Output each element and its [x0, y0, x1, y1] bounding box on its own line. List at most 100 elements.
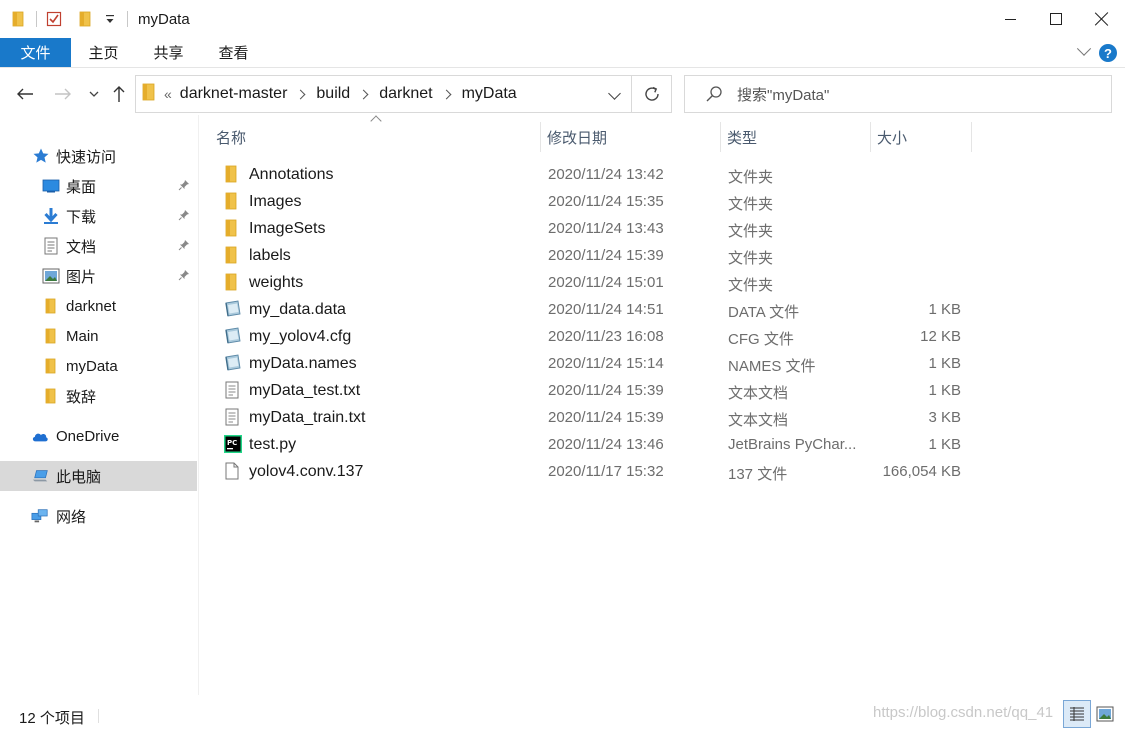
table-row[interactable]: weights 2020/11/24 15:01 文件夹 [210, 269, 972, 296]
back-button[interactable] [14, 83, 36, 105]
tab-share[interactable]: 共享 [136, 38, 201, 67]
chevron-right-icon[interactable] [295, 89, 306, 99]
pin-icon[interactable] [178, 179, 192, 193]
column-headers: 名称 修改日期 类型 大小 [210, 122, 972, 152]
expand-ribbon-chevron-icon[interactable] [1076, 41, 1092, 56]
blank-file-icon [224, 462, 242, 480]
text-file-icon [224, 381, 242, 399]
folder-icon [42, 387, 60, 405]
column-header-type[interactable]: 类型 [721, 122, 871, 152]
sidebar-item-this-pc[interactable]: 此电脑 [0, 461, 197, 491]
table-row[interactable]: yolov4.conv.137 2020/11/17 15:32 137 文件 166… [210, 458, 972, 485]
tab-file[interactable]: 文件 [0, 38, 71, 67]
table-row[interactable]: Images 2020/11/24 15:35 文件夹 [210, 188, 972, 215]
title-bar: myData [0, 0, 1125, 38]
chevron-right-icon[interactable] [441, 89, 452, 99]
file-type: 文件夹 [728, 250, 774, 267]
sidebar-item-label: 下载 [66, 208, 97, 226]
table-row[interactable]: my_data.data 2020/11/24 14:51 DATA 文件 1 KB [210, 296, 972, 323]
status-divider [98, 709, 99, 723]
forward-button[interactable] [52, 83, 74, 105]
details-view-button[interactable] [1063, 700, 1091, 728]
file-date: 2020/11/24 15:35 [548, 193, 664, 210]
sidebar-item-onedrive[interactable]: OneDrive [0, 421, 197, 451]
help-icon[interactable]: ? [1099, 44, 1117, 62]
sidebar-item-darknet[interactable]: darknet [0, 291, 197, 321]
pane-divider[interactable] [198, 115, 199, 695]
pin-icon[interactable] [178, 239, 192, 253]
file-name: myData_train.txt [249, 409, 366, 426]
sidebar-item-quick-access[interactable]: 快速访问 [0, 141, 197, 171]
navigation-pane: 快速访问 桌面 下载 文档 图片 darknet Main myData 致辞 … [0, 140, 197, 695]
sidebar-item-mydata[interactable]: myData [0, 351, 197, 381]
generic-app-file-icon [224, 354, 242, 372]
maximize-icon [1050, 13, 1062, 25]
table-row[interactable]: ImageSets 2020/11/24 13:43 文件夹 [210, 215, 972, 242]
table-row[interactable]: PC test.py 2020/11/24 13:46 JetBrains PyCha… [210, 431, 972, 458]
details-view-icon [1070, 707, 1084, 721]
chevron-down-icon [89, 91, 99, 97]
sidebar-item-main[interactable]: Main [0, 321, 197, 351]
new-folder-icon[interactable] [77, 10, 95, 28]
watermark-text: https://blog.csdn.net/qq_41 [873, 704, 1054, 721]
search-placeholder: 搜索"myData" [737, 86, 830, 104]
sidebar-item-pictures[interactable]: 图片 [0, 261, 197, 291]
close-icon [1095, 12, 1109, 26]
sidebar-item-label: Main [66, 327, 99, 345]
table-row[interactable]: my_yolov4.cfg 2020/11/23 16:08 CFG 文件 12 KB [210, 323, 972, 350]
generic-app-file-icon [224, 300, 242, 318]
search-input[interactable]: 搜索"myData" [684, 75, 1112, 113]
file-type: NAMES 文件 [728, 358, 816, 375]
sidebar-item-network[interactable]: 网络 [0, 501, 197, 531]
column-header-name[interactable]: 名称 [210, 122, 541, 152]
table-row[interactable]: labels 2020/11/24 15:39 文件夹 [210, 242, 972, 269]
sidebar-item-label: 文档 [66, 238, 97, 256]
chevron-right-icon[interactable] [358, 89, 369, 99]
sidebar-item-desktop[interactable]: 桌面 [0, 171, 197, 201]
table-row[interactable]: Annotations 2020/11/24 13:42 文件夹 [210, 161, 972, 188]
sidebar-item-documents[interactable]: 文档 [0, 231, 197, 261]
pin-icon[interactable] [178, 209, 192, 223]
file-date: 2020/11/24 15:39 [548, 382, 664, 399]
file-size: 12 KB [920, 328, 961, 345]
file-date: 2020/11/24 13:43 [548, 220, 664, 237]
address-history-chevron-icon[interactable] [608, 87, 621, 100]
properties-check-icon[interactable] [45, 10, 63, 28]
star-icon [32, 147, 50, 165]
column-header-date[interactable]: 修改日期 [541, 122, 721, 152]
sidebar-item-label: 图片 [66, 268, 97, 286]
folder-icon [142, 83, 156, 105]
maximize-button[interactable] [1033, 0, 1079, 38]
folder-icon [224, 219, 242, 237]
pycharm-icon: PC [224, 435, 242, 453]
recent-locations-button[interactable] [83, 83, 105, 105]
customize-quick-access-icon[interactable] [101, 10, 119, 28]
table-row[interactable]: myData_test.txt 2020/11/24 15:39 文本文档 1 KB [210, 377, 972, 404]
breadcrumb-item[interactable]: myData [462, 85, 517, 103]
breadcrumb-item[interactable]: darknet-master [180, 85, 288, 103]
file-date: 2020/11/24 13:42 [548, 166, 664, 183]
breadcrumb-item[interactable]: build [316, 85, 350, 103]
tab-home[interactable]: 主页 [71, 38, 136, 67]
breadcrumb-overflow[interactable]: « [164, 86, 172, 102]
cloud-icon [31, 427, 49, 445]
file-size: 1 KB [928, 382, 961, 399]
table-row[interactable]: myData.names 2020/11/24 15:14 NAMES 文件 1 KB [210, 350, 972, 377]
folder-icon [224, 192, 242, 210]
up-button[interactable] [108, 83, 130, 105]
file-date: 2020/11/24 14:51 [548, 301, 664, 318]
large-icons-view-button[interactable] [1094, 703, 1116, 725]
table-row[interactable]: myData_train.txt 2020/11/24 15:39 文本文档 3 KB [210, 404, 972, 431]
pin-icon[interactable] [178, 269, 192, 283]
sidebar-item-downloads[interactable]: 下载 [0, 201, 197, 231]
minimize-button[interactable] [987, 0, 1033, 38]
tab-view[interactable]: 查看 [201, 38, 266, 67]
refresh-button[interactable] [632, 75, 672, 113]
sidebar-item-label: 致辞 [66, 388, 97, 406]
sidebar-item-zhici[interactable]: 致辞 [0, 381, 197, 411]
close-button[interactable] [1079, 0, 1125, 38]
address-bar[interactable]: « darknet-master build darknet myData [135, 75, 632, 113]
column-header-size[interactable]: 大小 [871, 122, 972, 152]
document-icon [42, 237, 60, 255]
breadcrumb-item[interactable]: darknet [379, 85, 432, 103]
